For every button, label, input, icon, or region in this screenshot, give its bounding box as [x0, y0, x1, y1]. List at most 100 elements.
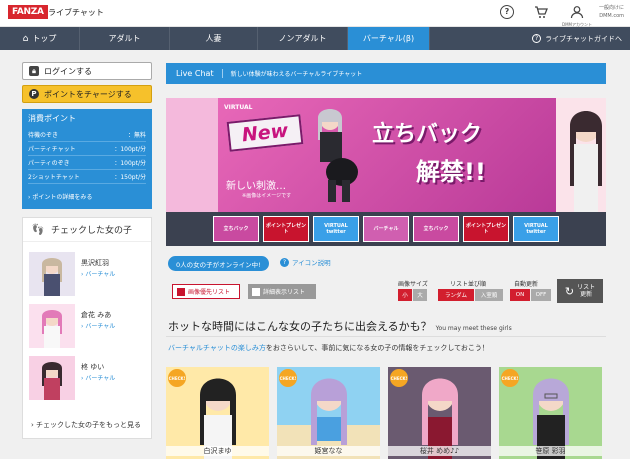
refresh-line1: リスト [577, 284, 596, 291]
girl-tag-label: バーチャル [85, 271, 116, 278]
banner-thumb[interactable]: 立ちバック [213, 216, 259, 242]
girl-tag: › バーチャル [81, 375, 116, 382]
check-badge: CHECK! [390, 369, 408, 387]
nav-top-label: トップ [32, 34, 57, 43]
banner-thumb[interactable]: バーチャル [363, 216, 409, 242]
banner-thumb[interactable]: ポイントプレゼント [263, 216, 309, 242]
points-icon: P [29, 89, 39, 99]
checked-girl-item[interactable]: 倉花 みあ › バーチャル [29, 304, 147, 350]
auto-update-off-button[interactable]: OFF [531, 289, 551, 301]
checked-more-label: チェックした女の子をもっと見る [36, 421, 142, 429]
question-icon: ? [280, 257, 289, 267]
size-large-button[interactable]: 大 [413, 289, 427, 301]
refresh-list-button[interactable]: ↻ リスト 更新 [557, 279, 603, 303]
girl-card-name[interactable]: 姫宮なな [277, 446, 380, 456]
order-entry-button[interactable]: 入室順 [475, 289, 503, 301]
nav-nonadult[interactable]: ノンアダルト [258, 27, 348, 50]
general-line2: DMM.com [599, 13, 624, 19]
list-icon [252, 287, 260, 296]
points-row-value: ：無料 [127, 132, 146, 139]
order-random-button[interactable]: ランダム [438, 289, 474, 301]
girl-name[interactable]: 柊 ゆい [81, 362, 104, 372]
girl-card[interactable]: CHECK! 白沢まゆ [166, 367, 269, 459]
login-button[interactable]: 🔒︎ ログインする [22, 62, 152, 80]
points-detail-link[interactable]: › ポイントの詳細をみる [28, 192, 146, 201]
size-small-button[interactable]: 小 [398, 289, 412, 301]
girl-card-name[interactable]: 桜井 めめ♪♪ [388, 446, 491, 456]
nav-married[interactable]: 人妻 [170, 27, 258, 50]
banner-character-image [318, 109, 358, 202]
charge-label: ポイントをチャージする [44, 89, 132, 99]
divider [166, 336, 606, 337]
detail-list-button[interactable]: 詳細表示リスト [248, 284, 316, 299]
icon-explanation-label: アイコン説明 [292, 259, 331, 267]
girl-tag-label: バーチャル [85, 375, 116, 382]
image-list-label: 画像優先リスト [188, 289, 231, 296]
points-row: 待機のぞき ：無料 [28, 128, 146, 142]
charge-points-button[interactable]: P ポイントをチャージする [22, 85, 152, 103]
banner-next-panel[interactable] [556, 98, 606, 212]
how-to-enjoy-link[interactable]: バーチャルチャットの楽しみ方 [168, 344, 266, 352]
girl-card-name[interactable]: 白沢まゆ [166, 446, 269, 456]
points-row-label: パーティのぞき [28, 160, 70, 167]
girl-thumbnail [29, 304, 75, 348]
refresh-label: リスト 更新 [577, 284, 595, 298]
livechat-guide-link[interactable]: ? ライブチャットガイドへ [532, 27, 622, 50]
points-detail-label: ポイントの詳細をみる [32, 194, 93, 201]
girl-card[interactable]: CHECK! 笹原 彩羽 [499, 367, 602, 459]
banner-headline: 立ちバック [372, 122, 483, 147]
general-line1: 一般向けに [598, 5, 624, 11]
banner-prev-panel[interactable] [166, 98, 218, 212]
points-row: パーティチャット ：100pt/分 [28, 142, 146, 156]
check-badge: CHECK! [168, 369, 186, 387]
nav-top[interactable]: ⌂ トップ [0, 27, 80, 50]
check-badge: CHECK! [279, 369, 297, 387]
livechat-title: Live Chat [166, 69, 223, 78]
girl-name[interactable]: 倉花 みあ [81, 310, 111, 320]
banner-thumb[interactable]: VIRTUAL twitter [513, 216, 559, 242]
help-icon[interactable]: ? [500, 5, 514, 19]
fanza-logo[interactable]: FANZA [8, 5, 48, 19]
image-list-button[interactable]: 画像優先リスト [172, 284, 240, 299]
banner-thumb[interactable]: VIRTUAL twitter [313, 216, 359, 242]
checked-girls-box: 👣︎ チェックした女の子 黒沢紅羽 › バーチャル 倉花 みあ › バーチャル … [22, 217, 152, 439]
banner-thumb[interactable]: ポイントプレゼント [463, 216, 509, 242]
checked-girls-title: チェックした女の子 [50, 226, 132, 236]
points-row: パーティのぞき ：100pt/分 [28, 156, 146, 170]
banner-note: ※画像はイメージです [242, 193, 292, 199]
girl-name[interactable]: 黒沢紅羽 [81, 258, 109, 268]
checked-girl-item[interactable]: 黒沢紅羽 › バーチャル [29, 252, 147, 298]
promo-banner[interactable]: VIRTUAL New 立ちバック 解禁!! 新しい刺激… ※画像はイメージです [166, 98, 606, 212]
points-box: 消費ポイント 待機のぞき ：無料 パーティチャット ：100pt/分 パーティのぞき… [22, 109, 152, 209]
top-header: FANZA ライブチャット ? DMMアカウント 一般向けに DMM.com [0, 0, 630, 27]
refresh-line2: 更新 [580, 291, 593, 298]
girl-tag-label: バーチャル [85, 323, 116, 330]
nav-virtual[interactable]: バーチャル(β) [348, 27, 430, 50]
banner-thumb[interactable]: 立ちバック [413, 216, 459, 242]
girl-card[interactable]: CHECK! 桜井 めめ♪♪ [388, 367, 491, 459]
points-row: 2ショットチャット ：150pt/分 [28, 170, 146, 184]
service-name[interactable]: ライブチャット [48, 7, 104, 18]
points-row-label: 待機のぞき [28, 132, 59, 139]
icon-explanation-link[interactable]: ? アイコン説明 [280, 257, 331, 267]
checked-girl-item[interactable]: 柊 ゆい › バーチャル [29, 356, 147, 402]
points-row-value: ：100pt/分 [114, 146, 146, 153]
points-title: 消費ポイント [28, 114, 76, 123]
points-row-label: 2ショットチャット [28, 174, 80, 181]
banner-next-image [570, 111, 602, 212]
nav-adult[interactable]: アダルト [80, 27, 170, 50]
cart-icon[interactable] [534, 5, 548, 21]
account-button[interactable]: DMMアカウント [562, 5, 592, 28]
auto-update-on-button[interactable]: ON [510, 289, 530, 301]
general-site-link[interactable]: 一般向けに DMM.com [599, 4, 624, 20]
girl-card-name[interactable]: 笹原 彩羽 [499, 446, 602, 456]
sidebar: 🔒︎ ログインする P ポイントをチャージする 消費ポイント 待機のぞき ：無料 … [22, 62, 152, 439]
points-row-value: ：150pt/分 [114, 174, 146, 181]
auto-update-label: 自動更新 [514, 281, 539, 288]
checked-girls-header: 👣︎ チェックした女の子 [23, 218, 151, 242]
checked-girls-more-link[interactable]: › チェックした女の子をもっと見る [31, 420, 141, 430]
girl-card[interactable]: CHECK! 姫宮なな [277, 367, 380, 459]
login-label: ログインする [44, 66, 92, 76]
banner-subtext: 新しい刺激… [226, 181, 286, 192]
girl-thumbnail [29, 252, 75, 296]
